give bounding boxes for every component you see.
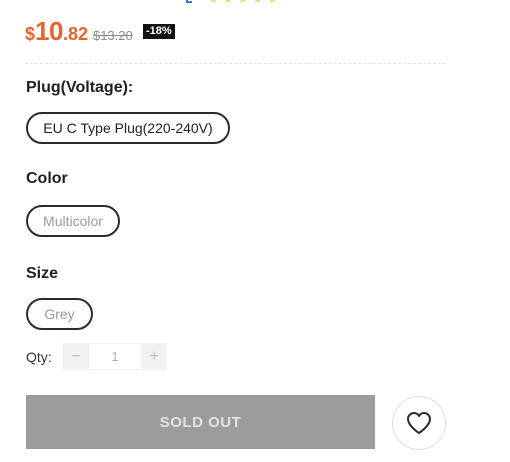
- price-row: $ 10 .82 $13.20: [25, 16, 133, 47]
- price-integer: 10: [35, 16, 63, 46]
- price-currency: $: [25, 24, 36, 44]
- original-price: $13.20: [92, 28, 133, 43]
- quantity-input[interactable]: 1: [89, 343, 141, 370]
- star-icon: ★: [238, 0, 249, 5]
- color-option-title: Color: [26, 170, 68, 187]
- plug-option-title: Plug(Voltage):: [26, 79, 134, 96]
- plug-option-button[interactable]: EU C Type Plug(220-240V): [26, 112, 230, 144]
- size-option-title: Size: [26, 265, 59, 282]
- price-decimal: .82: [62, 24, 88, 44]
- heart-icon: [407, 412, 431, 434]
- quantity-stepper: − 1 +: [63, 343, 167, 370]
- star-icon: ★: [267, 0, 278, 5]
- wishlist-button[interactable]: [392, 396, 446, 450]
- quantity-increase-button[interactable]: +: [141, 343, 167, 370]
- quantity-label: Qty:: [26, 349, 52, 365]
- sold-out-button[interactable]: SOLD OUT: [26, 395, 375, 449]
- star-icon: ★: [208, 0, 219, 5]
- rating-stars: ★ ★ ★ ★ ★: [208, 0, 278, 5]
- discount-badge: -18%: [143, 24, 175, 39]
- quantity-decrease-button[interactable]: −: [63, 343, 89, 370]
- divider: [25, 63, 446, 64]
- review-icon: [186, 0, 192, 3]
- star-icon: ★: [223, 0, 234, 5]
- star-icon: ★: [252, 0, 263, 5]
- size-option-button[interactable]: Grey: [26, 298, 93, 330]
- color-option-button[interactable]: Multicolor: [26, 205, 120, 237]
- rating-strip: ★ ★ ★ ★ ★: [186, 0, 278, 5]
